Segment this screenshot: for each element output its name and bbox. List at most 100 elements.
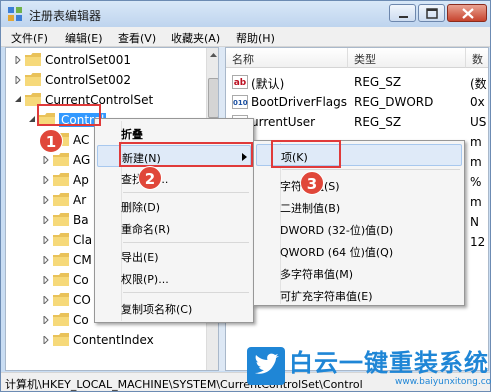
submenu-item-qword-value[interactable]: QWORD (64 位)值(Q) [256,240,462,262]
tree-node-label: Ba [73,213,89,227]
tree-node-label: Ap [73,173,89,187]
value-row[interactable]: ab (默认) REG_SZ (数 [226,72,488,92]
column-header-type[interactable]: 类型 [348,48,466,68]
annotation-box-control [37,104,101,126]
binary-value-icon: 010 [232,95,248,109]
value-data: N [470,215,479,229]
tree-node[interactable]: ContentIndex [6,330,206,350]
submenu-item-expandable-string-value[interactable]: 可扩充字符串值(E) [256,284,462,306]
menu-bar: 文件(F) 编辑(E) 查看(V) 收藏夹(A) 帮助(H) [1,27,490,47]
watermark: 白云一键重装系统 www.baiyunxitong.com [243,341,491,392]
ctx-item-find[interactable]: 查找(F)... [97,167,251,189]
value-data: % [470,175,482,189]
expanded-arrow-icon[interactable] [14,96,22,104]
submenu-item-label: 可扩充字符串值(E) [280,290,373,303]
ctx-item-collapse[interactable]: 折叠 [97,122,251,144]
folder-icon [53,333,69,346]
minimize-button[interactable] [389,4,416,22]
submenu-item-label: 二进制值(B) [280,202,341,215]
submenu-item-multi-string-value[interactable]: 多字符串值(M) [256,262,462,284]
submenu-item-string-value[interactable]: 字符串值(S) [256,174,462,196]
folder-icon [53,273,69,286]
folder-icon [25,53,41,66]
value-row[interactable]: aburrentUserREG_SZUS [226,112,488,132]
watermark-text: 白云一键重装系统 [289,349,489,377]
tree-node-label: Co [73,313,89,327]
collapsed-arrow-icon[interactable] [42,276,50,284]
submenu-item-dword-value[interactable]: DWORD (32-位)值(D) [256,218,462,240]
column-header-data[interactable]: 数 [466,48,488,68]
annotation-box-new [119,142,253,167]
title-bar[interactable]: 注册表编辑器 [1,1,490,27]
minimize-icon [399,16,408,18]
ctx-separator [123,242,249,243]
collapsed-arrow-icon[interactable] [14,56,22,64]
ctx-item-label: 导出(E) [121,251,159,264]
folder-icon [25,73,41,86]
submenu-item-label: QWORD (64 位)值(Q) [280,246,394,259]
regedit-window: 注册表编辑器 文件(F) 编辑(E) 查看(V) 收藏夹(A) 帮助(H) Co… [0,0,491,392]
folder-icon [53,193,69,206]
tree-node-label: ControlSet001 [45,53,131,67]
window-title: 注册表编辑器 [29,9,102,23]
menu-help[interactable]: 帮助(H) [236,30,275,46]
folder-icon [53,313,69,326]
column-header-name[interactable]: 名称 [226,48,348,68]
value-type: REG_SZ [354,75,402,89]
menu-file[interactable]: 文件(F) [11,30,48,46]
value-row[interactable]: 010 BootDriverFlags REG_DWORD 0x [226,92,488,112]
collapsed-arrow-icon[interactable] [14,76,22,84]
close-button[interactable] [447,4,487,22]
collapsed-arrow-icon[interactable] [42,256,50,264]
ctx-item-label: 删除(D) [121,201,161,214]
collapsed-arrow-icon[interactable] [42,316,50,324]
maximize-button[interactable] [418,4,445,22]
ctx-separator [123,292,249,293]
collapsed-arrow-icon[interactable] [42,236,50,244]
folder-icon [53,253,69,266]
ctx-item-export[interactable]: 导出(E) [97,245,251,267]
ctx-item-label: 重命名(R) [121,223,171,236]
collapsed-arrow-icon[interactable] [42,296,50,304]
menu-favorites[interactable]: 收藏夹(A) [171,30,220,46]
value-data: US [470,115,487,129]
string-value-icon: ab [232,75,248,89]
collapsed-arrow-icon[interactable] [42,336,50,344]
ctx-item-permissions[interactable]: 权限(P)... [97,267,251,289]
scroll-up-icon[interactable] [207,48,219,62]
tree-node-label: Ar [73,193,87,207]
value-data: m [470,155,482,169]
ctx-item-delete[interactable]: 删除(D) [97,195,251,217]
value-data: m [470,195,482,209]
tree-node-label: ContentIndex [73,333,154,347]
tree-node[interactable]: CurrentControlSet [6,90,206,110]
tree-node[interactable]: ControlSet002 [6,70,206,90]
expanded-arrow-icon[interactable] [28,116,36,124]
collapsed-arrow-icon[interactable] [42,176,50,184]
collapsed-arrow-icon[interactable] [42,196,50,204]
menu-edit[interactable]: 编辑(E) [65,30,103,46]
value-name: (默认) [251,77,285,91]
tree-node-label: AG [73,153,91,167]
ctx-item-copy-key-name[interactable]: 复制项名称(C) [97,297,251,319]
watermark-url: www.baiyunxitong.com [395,377,491,387]
step-badge-2: 2 [138,166,162,190]
step-badge-1: 1 [39,129,63,153]
tree-node[interactable]: ControlSet001 [6,50,206,70]
value-data: m [470,135,482,149]
value-type: REG_DWORD [354,95,434,109]
collapsed-arrow-icon[interactable] [42,216,50,224]
menu-view[interactable]: 查看(V) [118,30,156,46]
submenu-item-binary-value[interactable]: 二进制值(B) [256,196,462,218]
value-name: urrentUser [251,115,316,129]
tree-node-label: CM [73,253,92,267]
collapsed-arrow-icon[interactable] [42,156,50,164]
ctx-item-label: 折叠 [121,128,143,141]
scroll-thumb[interactable] [208,78,218,118]
submenu-item-label: 多字符串值(M) [280,268,354,281]
twitter-bird-logo-icon [247,347,285,385]
value-data: (数 [470,77,487,91]
value-name: BootDriverFlags [251,95,348,109]
close-icon [462,8,474,19]
ctx-item-rename[interactable]: 重命名(R) [97,217,251,239]
